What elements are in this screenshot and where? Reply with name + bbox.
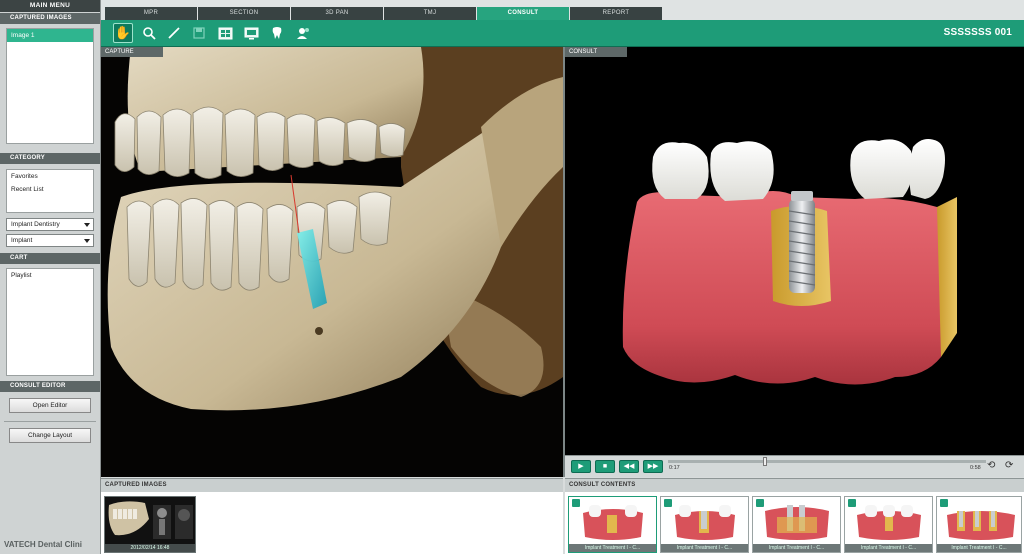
consult-thumbnail-caption: Implant Treatment I - C...	[845, 544, 932, 552]
consult-thumbnail[interactable]: Implant Treatment I - C...	[660, 496, 749, 553]
badge-icon	[664, 499, 672, 507]
tab-consult[interactable]: CONSULT	[477, 7, 569, 20]
divider	[4, 421, 96, 422]
tab-report[interactable]: REPORT	[570, 7, 662, 20]
consult-editor-title: CONSULT EDITOR	[0, 381, 100, 392]
tab-tmj[interactable]: TMJ	[384, 7, 476, 20]
change-layout-button[interactable]: Change Layout	[9, 428, 91, 443]
monitor-icon[interactable]	[241, 23, 261, 43]
rewind-icon[interactable]: ◀◀	[619, 460, 639, 473]
zoom-icon[interactable]	[139, 23, 159, 43]
draw-icon[interactable]	[164, 23, 184, 43]
badge-icon	[940, 499, 948, 507]
repeat-one-icon[interactable]: ⟲	[987, 461, 999, 472]
left-sidebar: MAIN MENU CAPTURED IMAGES Image 1 CATEGO…	[0, 0, 101, 554]
main-menu-button[interactable]: MAIN MENU	[0, 0, 100, 12]
tab-section[interactable]: SECTION	[198, 7, 290, 20]
consult-thumbnail-image	[765, 505, 829, 540]
category-select[interactable]: Implant Dentistry	[6, 218, 94, 231]
save-icon[interactable]	[189, 23, 209, 43]
consult-thumbnail[interactable]: Implant Treatment I - C...	[568, 496, 657, 553]
captured-images-strip: CAPTURED IMAGES 2012/02/14 16:48	[101, 478, 563, 554]
tab-mpr[interactable]: MPR	[105, 7, 197, 20]
category-list: Favorites Recent List	[6, 169, 94, 213]
ct-skull-render	[101, 47, 563, 477]
captured-thumbnail-caption: 2012/02/14 16:48	[105, 544, 195, 552]
consult-thumbnail-caption: Implant Treatment I - C...	[569, 544, 656, 552]
subcategory-select[interactable]: Implant	[6, 234, 94, 247]
play-icon[interactable]: ▶	[571, 460, 591, 473]
capture-viewport[interactable]: CAPTURE	[101, 47, 563, 477]
capture-panel-title: CAPTURE	[101, 47, 163, 57]
implant-animation-render	[565, 47, 1024, 455]
tab-bar: MPR SECTION 3D PAN TMJ CONSULT REPORT	[101, 0, 1024, 20]
fast-forward-icon[interactable]: ▶▶	[643, 460, 663, 473]
subcategory-select-value: Implant	[11, 237, 33, 244]
consult-thumbnail-caption: Implant Treatment I - C...	[753, 544, 840, 552]
repeat-all-icon[interactable]: ⟳	[1005, 461, 1017, 472]
captured-images-list: Image 1	[6, 28, 94, 144]
cart-list: Playlist	[6, 268, 94, 376]
open-editor-button[interactable]: Open Editor	[9, 398, 91, 413]
toolbar: ✋ SSSSSSS 001	[101, 20, 1024, 47]
tabs: MPR SECTION 3D PAN TMJ CONSULT REPORT	[105, 7, 663, 20]
patient-id: SSSSSSS 001	[943, 27, 1012, 38]
progress-track[interactable]	[668, 457, 986, 466]
category-select-value: Implant Dentistry	[11, 221, 60, 228]
gallery-icon[interactable]	[215, 23, 235, 43]
consult-viewport[interactable]: CONSULT	[565, 47, 1024, 455]
consult-thumbnail[interactable]: Implant Treatment I - C...	[936, 496, 1022, 553]
tooth-icon[interactable]	[267, 23, 287, 43]
captured-strip-title: CAPTURED IMAGES	[101, 479, 563, 492]
captured-image-item[interactable]: Image 1	[7, 29, 93, 42]
badge-icon	[848, 499, 856, 507]
consult-thumbnail[interactable]: Implant Treatment I - C...	[752, 496, 841, 553]
badge-icon	[756, 499, 764, 507]
captured-thumbnail[interactable]: 2012/02/14 16:48	[104, 496, 196, 553]
consult-thumbnail-image	[583, 505, 643, 540]
consult-thumbnail[interactable]: Implant Treatment I - C...	[844, 496, 933, 553]
progress-thumb[interactable]	[763, 457, 767, 466]
consult-thumbnail-image	[857, 505, 921, 540]
captured-images-title: CAPTURED IMAGES	[0, 13, 100, 24]
consult-contents-strip: CONSULT CONTENTS Implant Treatment I - C…	[565, 478, 1024, 554]
badge-icon	[572, 499, 580, 507]
chevron-down-icon	[84, 223, 90, 227]
doctor-icon[interactable]	[293, 23, 313, 43]
hand-icon[interactable]: ✋	[113, 23, 133, 43]
cart-item-playlist[interactable]: Playlist	[7, 269, 93, 282]
consult-panel-title: CONSULT	[565, 47, 627, 57]
player-controls: ▶ ■ ◀◀ ▶▶ 0:17 0:58 ⟲ ⟳	[565, 455, 1024, 477]
category-title: CATEGORY	[0, 153, 100, 164]
tab-3d-pan[interactable]: 3D PAN	[291, 7, 383, 20]
captured-thumbnail-image	[105, 497, 195, 546]
cart-title: CART	[0, 253, 100, 264]
app-footer-brand: VATECH Dental Clini	[4, 540, 82, 549]
consult-thumbnail-image	[947, 511, 1015, 540]
consult-thumbnail-caption: Implant Treatment I - C...	[661, 544, 748, 552]
consult-thumbnail-caption: Implant Treatment I - C...	[937, 544, 1021, 552]
category-recent-list[interactable]: Recent List	[7, 183, 93, 196]
stop-icon[interactable]: ■	[595, 460, 615, 473]
consult-thumbnail-image	[675, 505, 735, 540]
time-current: 0:17	[669, 465, 680, 471]
consult-app: MAIN MENU CAPTURED IMAGES Image 1 CATEGO…	[0, 0, 1024, 554]
category-favorites[interactable]: Favorites	[7, 170, 93, 183]
consult-strip-title: CONSULT CONTENTS	[565, 479, 1024, 492]
time-total: 0:58	[970, 465, 981, 471]
chevron-down-icon	[84, 239, 90, 243]
